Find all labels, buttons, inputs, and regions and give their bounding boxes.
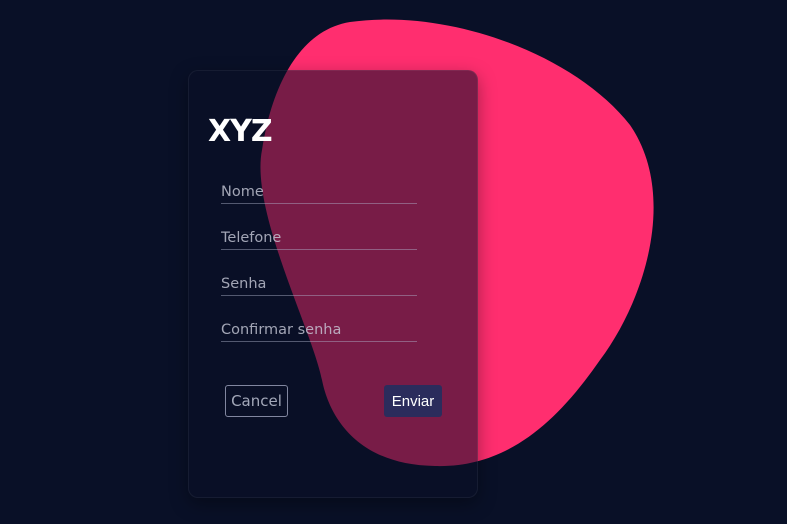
phone-field[interactable] [221,228,417,250]
name-field[interactable] [221,182,417,204]
cancel-button[interactable]: Cancel [225,385,288,417]
password-field[interactable] [221,274,417,296]
confirm-password-field[interactable] [221,320,417,342]
submit-button[interactable]: Enviar [384,385,442,417]
register-card: XYZ Cancel Enviar [188,70,478,498]
brand-title: XYZ [208,114,273,149]
page-stage: XYZ Cancel Enviar [0,0,787,524]
